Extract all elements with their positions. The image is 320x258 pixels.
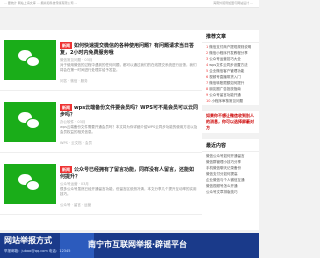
latest-item-text[interactable]: 微信公众号如何开通留言	[206, 154, 245, 158]
post-tag: 新闻	[60, 166, 72, 173]
post-thumbnail[interactable]	[4, 102, 56, 142]
post-tag: 新闻	[60, 42, 72, 49]
post-excerpt: 很多公众号虽然已经开通留言功能，但留言区依然冷清，本文分享几个提升互动率的实用技…	[60, 187, 197, 196]
post-title[interactable]: 新闻 公众号已经拥有了留言功能，同样没有人留言，还能如何提升？	[60, 166, 198, 181]
wechat-icon	[26, 180, 40, 191]
hot-item-text[interactable]: 公众号留言功能开通	[209, 93, 241, 97]
post-tag: 新闻	[60, 104, 72, 111]
post-thumbnail[interactable]	[4, 40, 56, 80]
post-excerpt: 对于使用微信的过程中遇到的任何问题，都可以通过我们的在线提交系统进行反馈，我们将…	[60, 63, 197, 72]
latest-list: 微信公众号如何开通留言 微信群管理小技巧分享 手机微信聊天记录备份 微信支付分如…	[202, 152, 259, 196]
list-item[interactable]: 新闻 wps云端备份文件要会员吗？WPS可不是会员可以云同步吗？ 办公软件 · 0…	[0, 92, 202, 153]
list-item[interactable]: 公众号文章排版技巧	[206, 189, 255, 195]
hot-item-text[interactable]: 小程序审核常见问题	[211, 99, 243, 103]
post-tags[interactable]: 问答 · 微信 · 服务	[60, 79, 88, 84]
latest-item-text[interactable]: 手机微信聊天记录备份	[206, 166, 241, 170]
banner-left-title: 网站举报方式	[4, 236, 52, 245]
post-tags[interactable]: WPS · 云文档 · 会员	[60, 141, 92, 146]
hot-item-text[interactable]: 微信小程序开发教程分享	[209, 51, 248, 55]
wechat-icon	[26, 118, 40, 129]
article-list: 新闻 如何快速提交微信的各种使用问题？有问题请求当日答复，2小时内免费服务哦 微信…	[0, 30, 202, 230]
topbar-left-text: ... 要统计 网站上海文库 ... 拥关和科技传媒有限公司 ...	[4, 1, 78, 5]
top-bar: ... 要统计 网站上海文库 ... 拥关和科技传媒有限公司 ... 海南外贸局…	[0, 0, 259, 8]
list-item[interactable]: 新闻 公众号已经拥有了留言功能，同样没有人留言，还能如何提升？ 公众号运营 · 0…	[0, 154, 202, 215]
hot-item-text[interactable]: 朋友圈广告投放指南	[209, 87, 241, 91]
topbar-right-text: 海南外贸局加盟与网站设计 ...	[213, 1, 253, 5]
hot-item-text[interactable]: 公众号运营技巧大全	[209, 57, 241, 61]
post-title-text[interactable]: 如何快速提交微信的各种使用问题？有问题请求当日答复，2小时内免费服务哦	[60, 43, 194, 56]
sidebar-hot-title: 推荐文章	[202, 30, 259, 43]
latest-item-text[interactable]: 企业微信与个人微信互通	[206, 178, 245, 182]
report-banner[interactable]: 网站举报方式 举报邮箱：jubao@qq.com 电话：12345 南宁市互联网…	[0, 233, 259, 258]
post-title[interactable]: 新闻 wps云端备份文件要会员吗？WPS可不是会员可以云同步吗？	[60, 104, 198, 119]
post-title[interactable]: 新闻 如何快速提交微信的各种使用问题？有问题请求当日答复，2小时内免费服务哦	[60, 42, 198, 57]
post-excerpt: wps云端备份文件需要开通会员吗？本文将为你详细介绍WPS云同步功能的使用方法以…	[60, 125, 198, 134]
post-title-text[interactable]: wps云端备份文件要会员吗？WPS可不是会员可以云同步吗？	[60, 105, 198, 118]
hot-item-text[interactable]: wps文件云同步设置方法	[209, 63, 247, 67]
hot-item-text[interactable]: 视频号直播带货入门	[209, 75, 241, 79]
latest-item-text[interactable]: 微信视频号怎么开通	[206, 184, 238, 188]
latest-item-text[interactable]: 微信支付分如何提高	[206, 172, 238, 176]
hot-item-text[interactable]: 微信支付商户提现规则说明	[209, 45, 251, 49]
sidebar: 推荐文章 1微信支付商户提现规则说明 2微信小程序开发教程分享 3公众号运营技巧…	[202, 30, 259, 230]
list-item[interactable]: 新闻 如何快速提交微信的各种使用问题？有问题请求当日答复，2小时内免费服务哦 微信…	[0, 30, 202, 91]
post-tags[interactable]: 公众号 · 留言 · 运营	[60, 203, 91, 208]
hot-item-text[interactable]: 企业微信客户管理功能	[209, 69, 244, 73]
list-item[interactable]: 10小程序审核常见问题	[206, 98, 255, 104]
latest-item-text[interactable]: 公众号文章排版技巧	[206, 190, 238, 194]
latest-item-text[interactable]: 微信群管理小技巧分享	[206, 160, 241, 164]
post-thumbnail[interactable]	[4, 164, 56, 204]
sidebar-feature-link[interactable]: 如果你不想让微信收到别人的消息，你可以选择屏蔽对方	[202, 111, 259, 133]
banner-right-title: 南宁市互联网举报·辟谣平台	[88, 240, 188, 249]
hot-item-text[interactable]: 微信转账限额如何提升	[209, 81, 244, 85]
post-title-text[interactable]: 公众号已经拥有了留言功能，同样没有人留言，还能如何提升？	[60, 167, 194, 180]
wechat-icon	[26, 56, 40, 67]
hot-list: 1微信支付商户提现规则说明 2微信小程序开发教程分享 3公众号运营技巧大全 4w…	[202, 43, 259, 105]
banner-contact: 举报邮箱：jubao@qq.com 电话：12345	[4, 249, 71, 253]
sidebar-latest-title: 最近内容	[202, 139, 259, 152]
